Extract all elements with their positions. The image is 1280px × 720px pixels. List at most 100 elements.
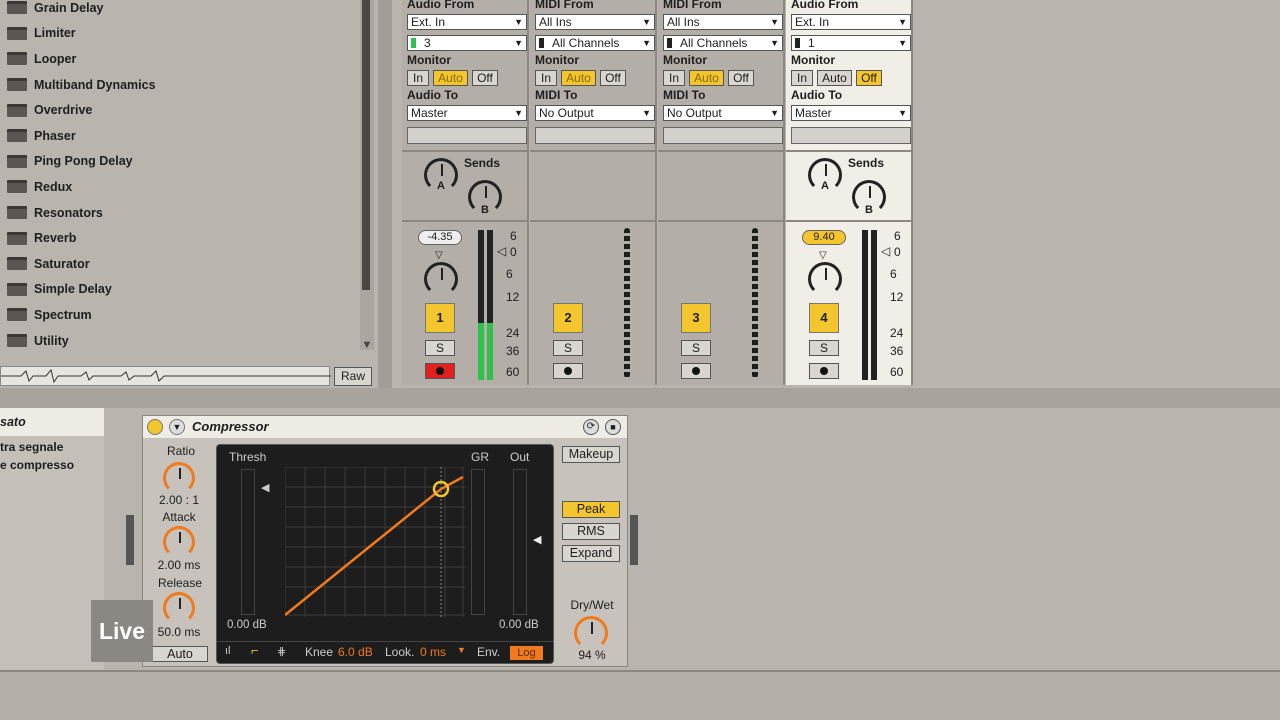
ratio-knob[interactable] (163, 462, 195, 494)
browser-item-label: Phaser (34, 128, 76, 143)
input-channel-dropdown[interactable]: 1 (791, 35, 911, 51)
lookahead-dropdown-icon[interactable]: ▼ (457, 645, 466, 655)
monitor-in-button[interactable]: In (535, 70, 557, 86)
drywet-knob[interactable] (574, 616, 608, 650)
thresh-meter[interactable] (241, 469, 255, 615)
monitor-auto-button[interactable]: Auto (561, 70, 596, 86)
lookahead-value[interactable]: 0 ms (420, 645, 446, 659)
rms-button[interactable]: RMS (562, 523, 620, 540)
browser-item[interactable]: Limiter (0, 21, 360, 47)
device-resize-handle[interactable] (630, 515, 638, 565)
save-preset-icon[interactable]: ■ (605, 419, 621, 435)
output-slider-icon[interactable]: ◀ (533, 533, 541, 546)
browser-item[interactable]: Saturator (0, 251, 360, 277)
thresh-slider-icon[interactable]: ◀ (261, 481, 269, 494)
volume-fader-icon[interactable]: ◁ (497, 244, 506, 258)
level-meter-fill (478, 323, 484, 380)
browser-item[interactable]: Grain Delay (0, 0, 360, 21)
browser-item-label: Reverb (34, 231, 77, 246)
output-channel-dropdown[interactable] (407, 127, 527, 144)
input-channel-dropdown[interactable]: All Channels (663, 35, 783, 51)
browser-item[interactable]: Overdrive (0, 97, 360, 123)
browser-item[interactable]: Multiband Dynamics (0, 72, 360, 98)
expand-button[interactable]: Expand (562, 545, 620, 562)
raw-button[interactable]: Raw (334, 367, 372, 386)
output-channel-dropdown[interactable] (791, 127, 911, 144)
output-channel-dropdown[interactable] (535, 127, 655, 144)
solo-button[interactable]: S (553, 340, 583, 356)
output-dropdown[interactable]: Master (791, 105, 911, 121)
volume-value[interactable]: 9.40 (802, 230, 846, 245)
monitor-auto-button[interactable]: Auto (817, 70, 852, 86)
solo-button[interactable]: S (809, 340, 839, 356)
fold-icon[interactable]: ▼ (169, 419, 185, 435)
input-source-dropdown[interactable]: All Ins (535, 14, 655, 30)
input-channel-dropdown[interactable]: 3 (407, 35, 527, 51)
log-button[interactable]: Log (510, 646, 543, 660)
output-dropdown[interactable]: No Output (535, 105, 655, 121)
peak-button[interactable]: Peak (562, 501, 620, 518)
pan-knob[interactable] (424, 262, 458, 296)
sidechain-icon[interactable]: ⟳ (583, 419, 599, 435)
monitor-label: Monitor (535, 53, 579, 67)
pan-knob[interactable] (808, 262, 842, 296)
browser-item[interactable]: Ping Pong Delay (0, 149, 360, 175)
solo-button[interactable]: S (681, 340, 711, 356)
monitor-auto-button[interactable]: Auto (433, 70, 468, 86)
makeup-button[interactable]: Makeup (562, 446, 620, 463)
panel-divider-horizontal[interactable] (0, 388, 1280, 408)
knee-value[interactable]: 6.0 dB (338, 645, 373, 659)
browser-item[interactable]: Resonators (0, 200, 360, 226)
monitor-off-button[interactable]: Off (472, 70, 498, 86)
track-activator-button[interactable]: 2 (553, 303, 583, 333)
monitor-in-button[interactable]: In (663, 70, 685, 86)
scroll-down-icon[interactable]: ▼ (360, 339, 374, 353)
monitor-auto-button[interactable]: Auto (689, 70, 724, 86)
arm-button[interactable] (425, 363, 455, 379)
monitor-in-button[interactable]: In (407, 70, 429, 86)
input-source-dropdown[interactable]: All Ins (663, 14, 783, 30)
preview-waveform[interactable] (0, 366, 331, 386)
attack-knob[interactable] (163, 526, 195, 558)
monitor-in-button[interactable]: In (791, 70, 813, 86)
output-dropdown[interactable]: No Output (663, 105, 783, 121)
device-info-line: e compresso (0, 458, 75, 472)
monitor-off-button[interactable]: Off (600, 70, 626, 86)
crossfade-button[interactable] (681, 363, 711, 379)
device-on-icon[interactable] (147, 419, 163, 435)
release-knob[interactable] (163, 592, 195, 624)
activity-view-icon[interactable]: ⋕ (277, 645, 286, 658)
input-channel-dropdown[interactable]: All Channels (535, 35, 655, 51)
browser-item[interactable]: Looper (0, 46, 360, 72)
browser-item[interactable]: Utility (0, 328, 360, 354)
device-resize-handle[interactable] (126, 515, 134, 565)
collapsed-view-icon[interactable]: ıl (225, 645, 231, 657)
track-activator-button[interactable]: 3 (681, 303, 711, 333)
arm-button[interactable] (809, 363, 839, 379)
browser-item-label: Looper (34, 51, 77, 66)
volume-fader-icon[interactable]: ◁ (881, 244, 890, 258)
output-channel-dropdown[interactable] (663, 127, 783, 144)
browser-scroll-thumb[interactable] (362, 0, 370, 290)
track-activator-button[interactable]: 4 (809, 303, 839, 333)
browser-item[interactable]: Spectrum (0, 302, 360, 328)
volume-value[interactable]: -4.35 (418, 230, 462, 245)
monitor-off-button[interactable]: Off (728, 70, 754, 86)
transfer-curve-graph[interactable] (285, 467, 465, 617)
browser-item[interactable]: Simple Delay (0, 277, 360, 303)
pan-indicator-icon: ▽ (435, 250, 443, 261)
panel-divider[interactable] (378, 0, 392, 395)
input-source-dropdown[interactable]: Ext. In (791, 14, 911, 30)
auto-release-button[interactable]: Auto (152, 646, 208, 662)
browser-item[interactable]: Reverb (0, 225, 360, 251)
solo-button[interactable]: S (425, 340, 455, 356)
output-dropdown[interactable]: Master (407, 105, 527, 121)
crossfade-button[interactable] (553, 363, 583, 379)
input-source-dropdown[interactable]: Ext. In (407, 14, 527, 30)
browser-item[interactable]: Redux (0, 174, 360, 200)
track-activator-button[interactable]: 1 (425, 303, 455, 333)
compressor-display[interactable]: Thresh GR Out ◀ 0.00 dB 0.00 dB ıl ⌐ ⋕ K… (216, 444, 554, 664)
transfer-view-icon[interactable]: ⌐ (251, 643, 259, 658)
monitor-off-button[interactable]: Off (856, 70, 882, 86)
browser-item[interactable]: Phaser (0, 123, 360, 149)
